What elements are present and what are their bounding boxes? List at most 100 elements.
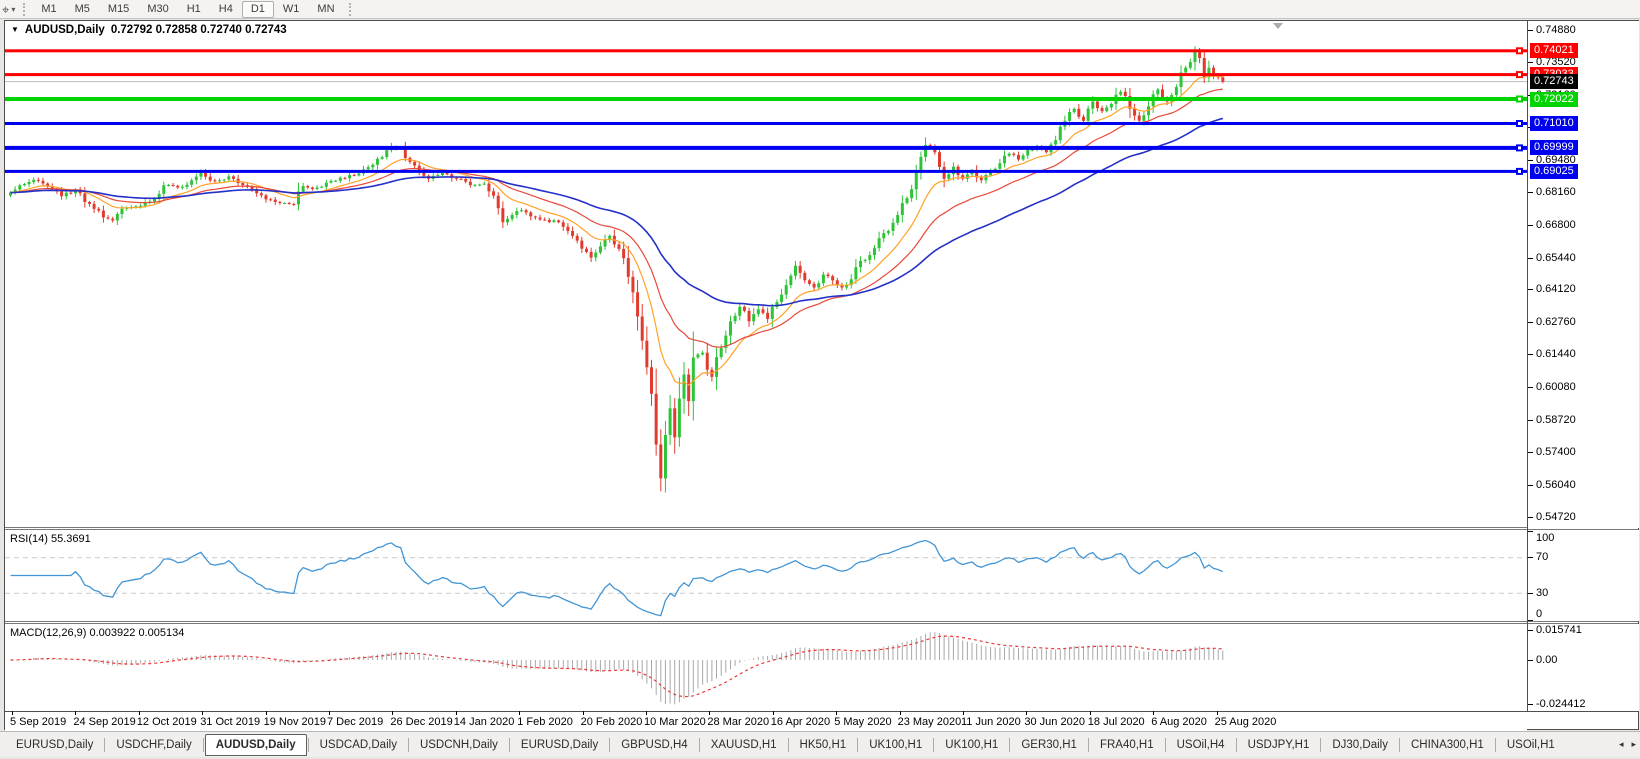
time-axis-line	[5, 711, 1638, 712]
tab-scroll-left-icon[interactable]: ◂	[1619, 739, 1624, 750]
rsi-indicator-label: RSI(14) 55.3691	[10, 533, 91, 545]
time-tick-label: 10 Mar 2020	[644, 716, 706, 728]
price-axis-tick	[1528, 420, 1533, 421]
macd-tick-label: 0.00	[1536, 654, 1557, 666]
rsi-tick-label: 30	[1536, 587, 1548, 599]
price-tick-label: 0.64120	[1536, 283, 1576, 295]
panel-divider[interactable]	[5, 621, 1638, 624]
time-axis-tick	[266, 711, 267, 715]
price-axis-tick	[1528, 62, 1533, 63]
time-tick-label: 14 Jan 2020	[454, 716, 515, 728]
chart-tab-usdjpy-h1[interactable]: USDJPY,H1	[1238, 735, 1320, 755]
time-axis-tick	[1090, 711, 1091, 715]
macd-axis[interactable]: 0.015741 0.00 -0.024412	[1528, 624, 1639, 711]
macd-canvas[interactable]	[5, 624, 1527, 711]
time-tick-label: 16 Apr 2020	[771, 716, 830, 728]
price-axis-tick	[1528, 225, 1533, 226]
level-price-badge: 0.74021	[1530, 43, 1578, 58]
chart-tab-china300-h1[interactable]: CHINA300,H1	[1401, 735, 1494, 755]
rsi-canvas[interactable]	[5, 530, 1527, 621]
time-axis-tick	[963, 711, 964, 715]
timeframe-button-M30[interactable]: M30	[138, 1, 177, 18]
chart-tab-uk100-h1[interactable]: UK100,H1	[935, 735, 1008, 755]
rsi-tick-label: 0	[1536, 608, 1542, 620]
price-tick-label: 0.58720	[1536, 414, 1576, 426]
chart-tab-ger30-h1[interactable]: GER30,H1	[1011, 735, 1087, 755]
tab-separator	[699, 738, 700, 752]
rsi-axis[interactable]: 10070300	[1528, 530, 1639, 621]
chart-tab-eurusd-daily[interactable]: EURUSD,Daily	[6, 735, 103, 755]
macd-tick-label: 0.015741	[1536, 624, 1582, 636]
time-axis-tick	[836, 711, 837, 715]
tab-scroll-right-icon[interactable]: ▸	[1631, 739, 1636, 750]
tab-separator	[203, 738, 204, 752]
timeframe-button-MN[interactable]: MN	[308, 1, 343, 18]
price-chart-canvas[interactable]	[5, 21, 1527, 527]
tab-separator	[509, 738, 510, 752]
chart-tab-gbpusd-h4[interactable]: GBPUSD,H4	[611, 735, 697, 755]
level-price-badge: 0.69025	[1530, 164, 1578, 179]
timeframe-toolbar: M1M5M15M30H1H4D1W1MN	[32, 0, 343, 19]
time-tick-label: 12 Oct 2019	[137, 716, 197, 728]
price-tick-label: 0.54720	[1536, 511, 1576, 523]
tab-separator	[1399, 738, 1400, 752]
tab-separator	[1236, 738, 1237, 752]
chart-tab-usoil-h1[interactable]: USOil,H1	[1497, 735, 1565, 755]
time-tick-label: 23 May 2020	[898, 716, 962, 728]
time-axis-tick	[329, 711, 330, 715]
price-axis-tick	[1528, 452, 1533, 453]
timeframe-button-W1[interactable]: W1	[274, 1, 309, 18]
timeframe-button-M1[interactable]: M1	[32, 1, 65, 18]
chart-shift-marker-icon[interactable]	[1273, 23, 1283, 29]
time-axis-tick	[1153, 711, 1154, 715]
rsi-axis-tick	[1528, 557, 1533, 558]
time-tick-label: 25 Aug 2020	[1215, 716, 1277, 728]
tab-separator	[857, 738, 858, 752]
crosshair-tool-icon[interactable]: ⌖	[2, 1, 9, 18]
tool-dropdown-caret-icon[interactable]: ▾	[11, 5, 15, 14]
chart-tabs-bar: EURUSD,DailyUSDCHF,DailyAUDUSD,DailyUSDC…	[0, 731, 1640, 757]
timeframe-button-H1[interactable]: H1	[178, 1, 210, 18]
timeframe-button-D1[interactable]: D1	[242, 1, 274, 18]
price-axis-tick	[1528, 192, 1533, 193]
chart-tab-usdcad-daily[interactable]: USDCAD,Daily	[310, 735, 407, 755]
time-axis[interactable]: 5 Sep 201924 Sep 201912 Oct 201931 Oct 2…	[5, 713, 1527, 731]
timeframe-button-M15[interactable]: M15	[99, 1, 138, 18]
tab-separator	[788, 738, 789, 752]
chart-tab-eurusd-daily[interactable]: EURUSD,Daily	[511, 735, 608, 755]
panel-divider[interactable]	[5, 527, 1638, 530]
time-axis-tick	[519, 711, 520, 715]
macd-axis-tick	[1528, 630, 1533, 631]
chart-tab-usdcnh-daily[interactable]: USDCNH,Daily	[410, 735, 508, 755]
price-axis-tick	[1528, 387, 1533, 388]
macd-indicator-label: MACD(12,26,9) 0.003922 0.005134	[10, 627, 184, 639]
price-axis[interactable]: 0.748800.735200.721600.708400.694800.681…	[1528, 21, 1639, 528]
level-price-badge: 0.72022	[1530, 92, 1578, 107]
chart-tab-fra40-h1[interactable]: FRA40,H1	[1090, 735, 1164, 755]
time-tick-label: 11 Jun 2020	[961, 716, 1021, 728]
timeframe-button-M5[interactable]: M5	[66, 1, 99, 18]
chart-tab-uk100-h1[interactable]: UK100,H1	[859, 735, 932, 755]
chart-tab-hk50-h1[interactable]: HK50,H1	[790, 735, 857, 755]
time-tick-label: 31 Oct 2019	[200, 716, 260, 728]
time-axis-tick	[392, 711, 393, 715]
chart-tab-usoil-h4[interactable]: USOil,H4	[1167, 735, 1235, 755]
chart-tab-dj30-daily[interactable]: DJ30,Daily	[1322, 735, 1398, 755]
chart-tab-xauusd-h1[interactable]: XAUUSD,H1	[701, 735, 787, 755]
toolbar-grip[interactable]	[349, 3, 353, 16]
tab-separator	[933, 738, 934, 752]
chart-tab-audusd-daily[interactable]: AUDUSD,Daily	[205, 734, 307, 756]
price-axis-tick	[1528, 30, 1533, 31]
macd-tick-label: -0.024412	[1536, 698, 1586, 710]
chart-collapse-icon[interactable]: ▼	[11, 25, 19, 34]
price-tick-label: 0.66800	[1536, 219, 1576, 231]
tab-separator	[104, 738, 105, 752]
chart-tabs-list: EURUSD,DailyUSDCHF,DailyAUDUSD,DailyUSDC…	[6, 734, 1565, 756]
time-tick-label: 30 Jun 2020	[1024, 716, 1085, 728]
time-tick-label: 18 Jul 2020	[1088, 716, 1145, 728]
time-axis-tick	[773, 711, 774, 715]
timeframe-button-H4[interactable]: H4	[210, 1, 242, 18]
chart-tab-usdchf-daily[interactable]: USDCHF,Daily	[106, 735, 201, 755]
chart-quote-ohlc: 0.72792 0.72858 0.72740 0.72743	[111, 24, 287, 36]
toolbar-grip[interactable]	[23, 3, 27, 16]
